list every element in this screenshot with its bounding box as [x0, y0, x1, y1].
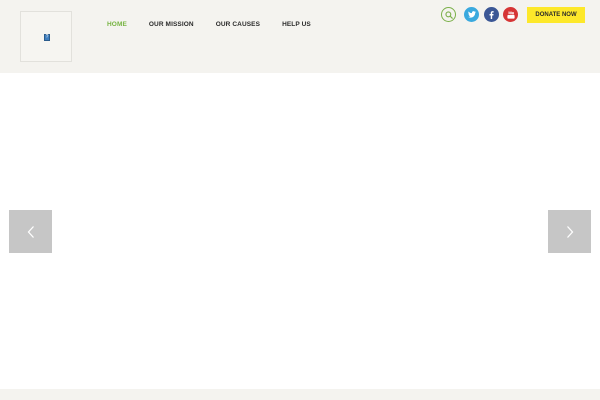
- donate-now-button[interactable]: DONATE NOW: [527, 7, 585, 23]
- facebook-button[interactable]: [484, 7, 499, 22]
- youtube-button[interactable]: [503, 7, 518, 22]
- content-band: [0, 389, 600, 400]
- search-button[interactable]: [441, 7, 456, 22]
- twitter-button[interactable]: [464, 7, 479, 22]
- nav-item-our-causes[interactable]: OUR CAUSES: [216, 21, 260, 28]
- facebook-icon: [489, 10, 494, 19]
- nav-item-home[interactable]: HOME: [107, 21, 127, 28]
- slider-next-button[interactable]: [548, 210, 591, 253]
- nav-item-our-mission[interactable]: OUR MISSION: [149, 21, 194, 28]
- broken-image-icon: ?: [44, 34, 50, 41]
- hero-slider: [0, 73, 600, 389]
- site-logo[interactable]: ?: [20, 11, 72, 62]
- main-nav: HOME OUR MISSION OUR CAUSES HELP US: [107, 18, 333, 30]
- nav-item-help-us[interactable]: HELP US: [282, 21, 311, 28]
- search-icon: [444, 10, 453, 19]
- chevron-left-icon: [27, 225, 34, 238]
- chevron-right-icon: [566, 225, 573, 238]
- youtube-icon: [506, 10, 515, 19]
- twitter-icon: [467, 11, 476, 18]
- site-header: ? HOME OUR MISSION OUR CAUSES HELP US DO…: [0, 0, 600, 73]
- slider-prev-button[interactable]: [9, 210, 52, 253]
- page: ? HOME OUR MISSION OUR CAUSES HELP US DO…: [0, 0, 600, 400]
